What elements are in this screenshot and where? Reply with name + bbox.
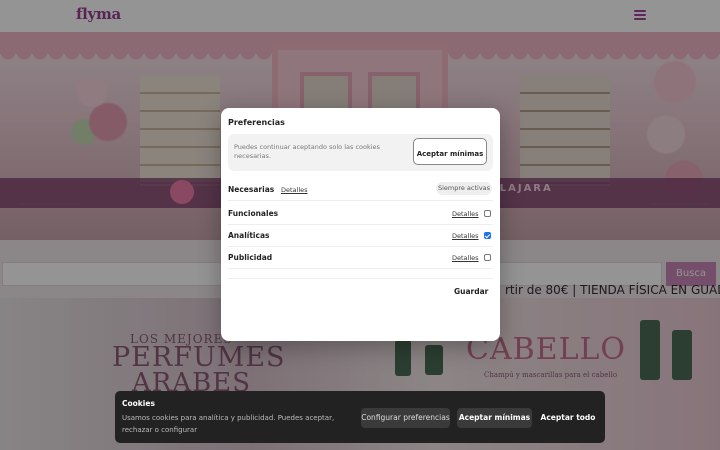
accept-minimal-button[interactable]: Aceptar mínimas [413,138,487,165]
modal-title: Preferencias [228,118,285,127]
details-link[interactable]: Detalles [452,254,479,262]
modal-footer: Guardar [228,278,493,306]
category-row-analiticas: Analíticas Detalles [228,225,493,247]
category-label: Necesarias [228,185,275,194]
funcionales-checkbox[interactable] [484,210,491,217]
details-link[interactable]: Detalles [452,232,479,240]
details-link[interactable]: Detalles [281,186,308,194]
configure-preferences-button[interactable]: Configurar preferencias [361,408,450,428]
category-label: Publicidad [228,253,273,262]
category-row-funcionales: Funcionales Detalles [228,203,493,225]
details-link[interactable]: Detalles [452,210,479,218]
save-button[interactable]: Guardar [454,287,488,296]
minimal-notice: Puedes continuar aceptando solo las cook… [228,134,493,171]
always-active-badge: Siempre activas [436,182,492,195]
cookie-bar: Cookies Usamos cookies para analítica y … [115,391,605,443]
cookie-bar-text: Usamos cookies para analítica y publicid… [122,414,335,434]
category-label: Analíticas [228,231,270,240]
category-label: Funcionales [228,209,279,218]
category-row-publicidad: Publicidad Detalles [228,247,493,269]
accept-all-button[interactable]: Aceptar todo [538,408,598,428]
category-row-necesarias: Necesarias Detalles Siempre activas [228,179,493,201]
notice-text: Puedes continuar aceptando solo las cook… [234,143,380,160]
preferences-modal: Preferencias Puedes continuar aceptando … [221,108,500,341]
cookie-bar-title: Cookies [122,399,155,408]
analiticas-checkbox[interactable] [484,232,491,239]
accept-minimal-bar-button[interactable]: Aceptar mínimas [457,408,532,428]
publicidad-checkbox[interactable] [484,254,491,261]
